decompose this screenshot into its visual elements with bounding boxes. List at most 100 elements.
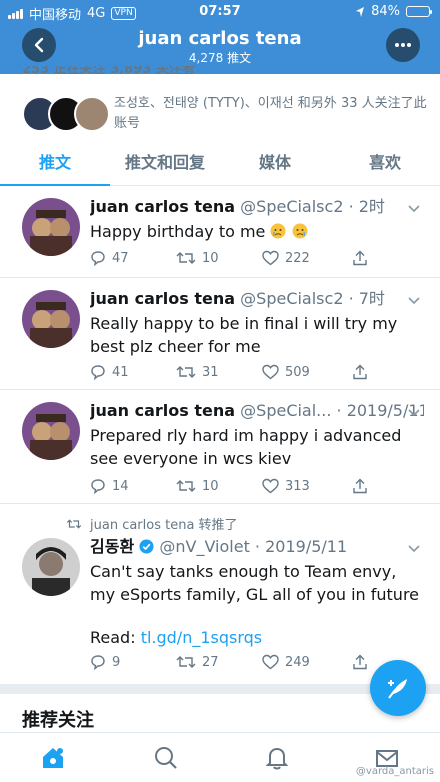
share-button[interactable] — [352, 478, 368, 494]
tweet-actions: 41 31 509 — [90, 364, 370, 384]
tweet-actions: 47 10 222 — [90, 250, 370, 270]
tweet-handle: @SpeCialsc2 · 2时 — [240, 197, 385, 216]
like-button[interactable]: 249 — [262, 654, 310, 670]
tweet-author-name[interactable]: juan carlos tena — [90, 197, 235, 216]
avatar[interactable] — [22, 538, 80, 596]
retweet-count: 10 — [202, 250, 219, 266]
verified-badge-icon — [139, 539, 154, 554]
tweet-header: juan carlos tena @SpeCialsc2 · 2时 — [90, 196, 424, 218]
tweet-header: 김동환 @nV_Violet · 2019/5/11 — [90, 536, 424, 558]
reply-count: 47 — [112, 250, 129, 266]
notifications-bell-icon[interactable] — [264, 745, 290, 771]
like-button[interactable]: 313 — [262, 478, 310, 494]
tab-tweets[interactable]: 推文 — [0, 146, 110, 186]
crying-emoji-icon — [270, 223, 286, 239]
crying-emoji-icon — [292, 223, 308, 239]
location-icon — [356, 6, 365, 17]
mutual-avatars — [22, 96, 112, 136]
tweet-text: Happy birthday to me — [90, 220, 424, 243]
tab-tweets-and-replies[interactable]: 推文和回复 — [110, 146, 220, 185]
reply-button[interactable]: 9 — [90, 654, 120, 670]
chevron-down-icon[interactable] — [408, 406, 420, 418]
tweet-author-name[interactable]: juan carlos tena — [90, 401, 235, 420]
like-button[interactable]: 509 — [262, 364, 310, 380]
tweet-handle: @SpeCialsc2 · 7时 — [240, 289, 385, 308]
tweet-header: juan carlos tena @SpeCialsc2 · 7时 — [90, 288, 424, 310]
header-name: juan carlos tena — [138, 28, 302, 49]
like-count: 222 — [285, 250, 310, 266]
avatar-image — [22, 290, 80, 348]
heart-icon — [262, 364, 279, 380]
retweet-button[interactable]: 31 — [176, 364, 219, 380]
mutual-followers[interactable]: 조성호、전태양 (TYTY)、이재선 和另外 33 人关注了此账号 — [22, 92, 432, 142]
compose-feather-icon — [388, 679, 407, 699]
more-icon — [395, 43, 411, 47]
tweet-body: juan carlos tena @SpeCialsc2 · 2时 Happy … — [90, 196, 424, 243]
tweet-link[interactable]: tl.gd/n_1sqsrqs — [141, 628, 262, 647]
tweet[interactable]: juan carlos tena @SpeCial... · 2019/5/11… — [0, 390, 440, 504]
avatar-image — [22, 198, 80, 256]
retweet-count: 31 — [202, 364, 219, 380]
retweet-icon — [66, 518, 82, 529]
battery-percent: 84% — [371, 4, 400, 19]
retweet-icon — [176, 480, 196, 492]
retweeted-by-text: juan carlos tena 转推了 — [90, 518, 238, 533]
retweet-icon — [176, 656, 196, 668]
share-icon — [353, 250, 367, 266]
tweet-author-name[interactable]: 김동환 — [90, 537, 134, 556]
read-label: Read: — [90, 628, 136, 647]
heart-icon — [262, 654, 279, 670]
avatar[interactable] — [22, 402, 80, 460]
reply-icon — [91, 365, 105, 380]
tweet[interactable]: juan carlos tena @SpeCialsc2 · 7时 Really… — [0, 278, 440, 390]
retweet-icon — [176, 366, 196, 378]
recommend-title: 推荐关注 — [22, 710, 94, 731]
tab-media[interactable]: 媒体 — [220, 146, 330, 185]
like-count: 313 — [285, 478, 310, 494]
home-icon[interactable] — [40, 745, 66, 771]
tweet-text-content: Happy birthday to me — [90, 222, 266, 241]
avatar-image — [22, 538, 80, 596]
like-button[interactable]: 222 — [262, 250, 310, 266]
more-button[interactable] — [386, 28, 420, 62]
tweet-author-name[interactable]: juan carlos tena — [90, 289, 235, 308]
heart-icon — [262, 478, 279, 494]
search-icon[interactable] — [153, 745, 179, 771]
tweet-actions: 14 10 313 — [90, 478, 370, 498]
share-button[interactable] — [352, 364, 368, 380]
mutual-avatar — [74, 96, 110, 132]
header-tweet-count: 4,278 推文 — [188, 51, 252, 65]
retweet-button[interactable]: 10 — [176, 478, 219, 494]
retweet-button[interactable]: 27 — [176, 654, 219, 670]
tweet[interactable]: juan carlos tena @SpeCialsc2 · 2时 Happy … — [0, 186, 440, 278]
compose-tweet-button[interactable] — [370, 660, 426, 716]
retweet-button[interactable]: 10 — [176, 250, 219, 266]
tweet-body: juan carlos tena @SpeCial... · 2019/5/11… — [90, 400, 424, 470]
status-bar: 中国移动 4G VPN 07:57 84% — [0, 0, 440, 24]
chevron-down-icon[interactable] — [408, 202, 420, 214]
like-count: 509 — [285, 364, 310, 380]
avatar[interactable] — [22, 290, 80, 348]
mutual-followers-text: 조성호、전태양 (TYTY)、이재선 和另外 33 人关注了此账号 — [114, 96, 427, 131]
chevron-down-icon[interactable] — [408, 294, 420, 306]
like-count: 249 — [285, 654, 310, 670]
reply-icon — [91, 479, 105, 494]
tweet-text: Really happy to be in final i will try m… — [90, 314, 398, 356]
chevron-down-icon[interactable] — [408, 542, 420, 554]
share-button[interactable] — [352, 250, 368, 266]
avatar-image — [22, 402, 80, 460]
reply-button[interactable]: 14 — [90, 478, 129, 494]
tweet-actions: 9 27 249 — [90, 654, 370, 674]
reply-icon — [91, 655, 105, 670]
reply-count: 9 — [112, 654, 121, 670]
reply-button[interactable]: 41 — [90, 364, 129, 380]
retweeted-by: juan carlos tena 转推了 — [66, 514, 238, 533]
retweet-item[interactable]: juan carlos tena 转推了 김동환 @nV_Violet · 20… — [0, 504, 440, 684]
tab-likes[interactable]: 喜欢 — [330, 146, 440, 185]
reply-button[interactable]: 47 — [90, 250, 129, 266]
reply-icon — [91, 251, 105, 266]
retweet-icon — [176, 252, 196, 264]
retweet-count: 10 — [202, 478, 219, 494]
share-button[interactable] — [352, 654, 368, 670]
avatar[interactable] — [22, 198, 80, 256]
